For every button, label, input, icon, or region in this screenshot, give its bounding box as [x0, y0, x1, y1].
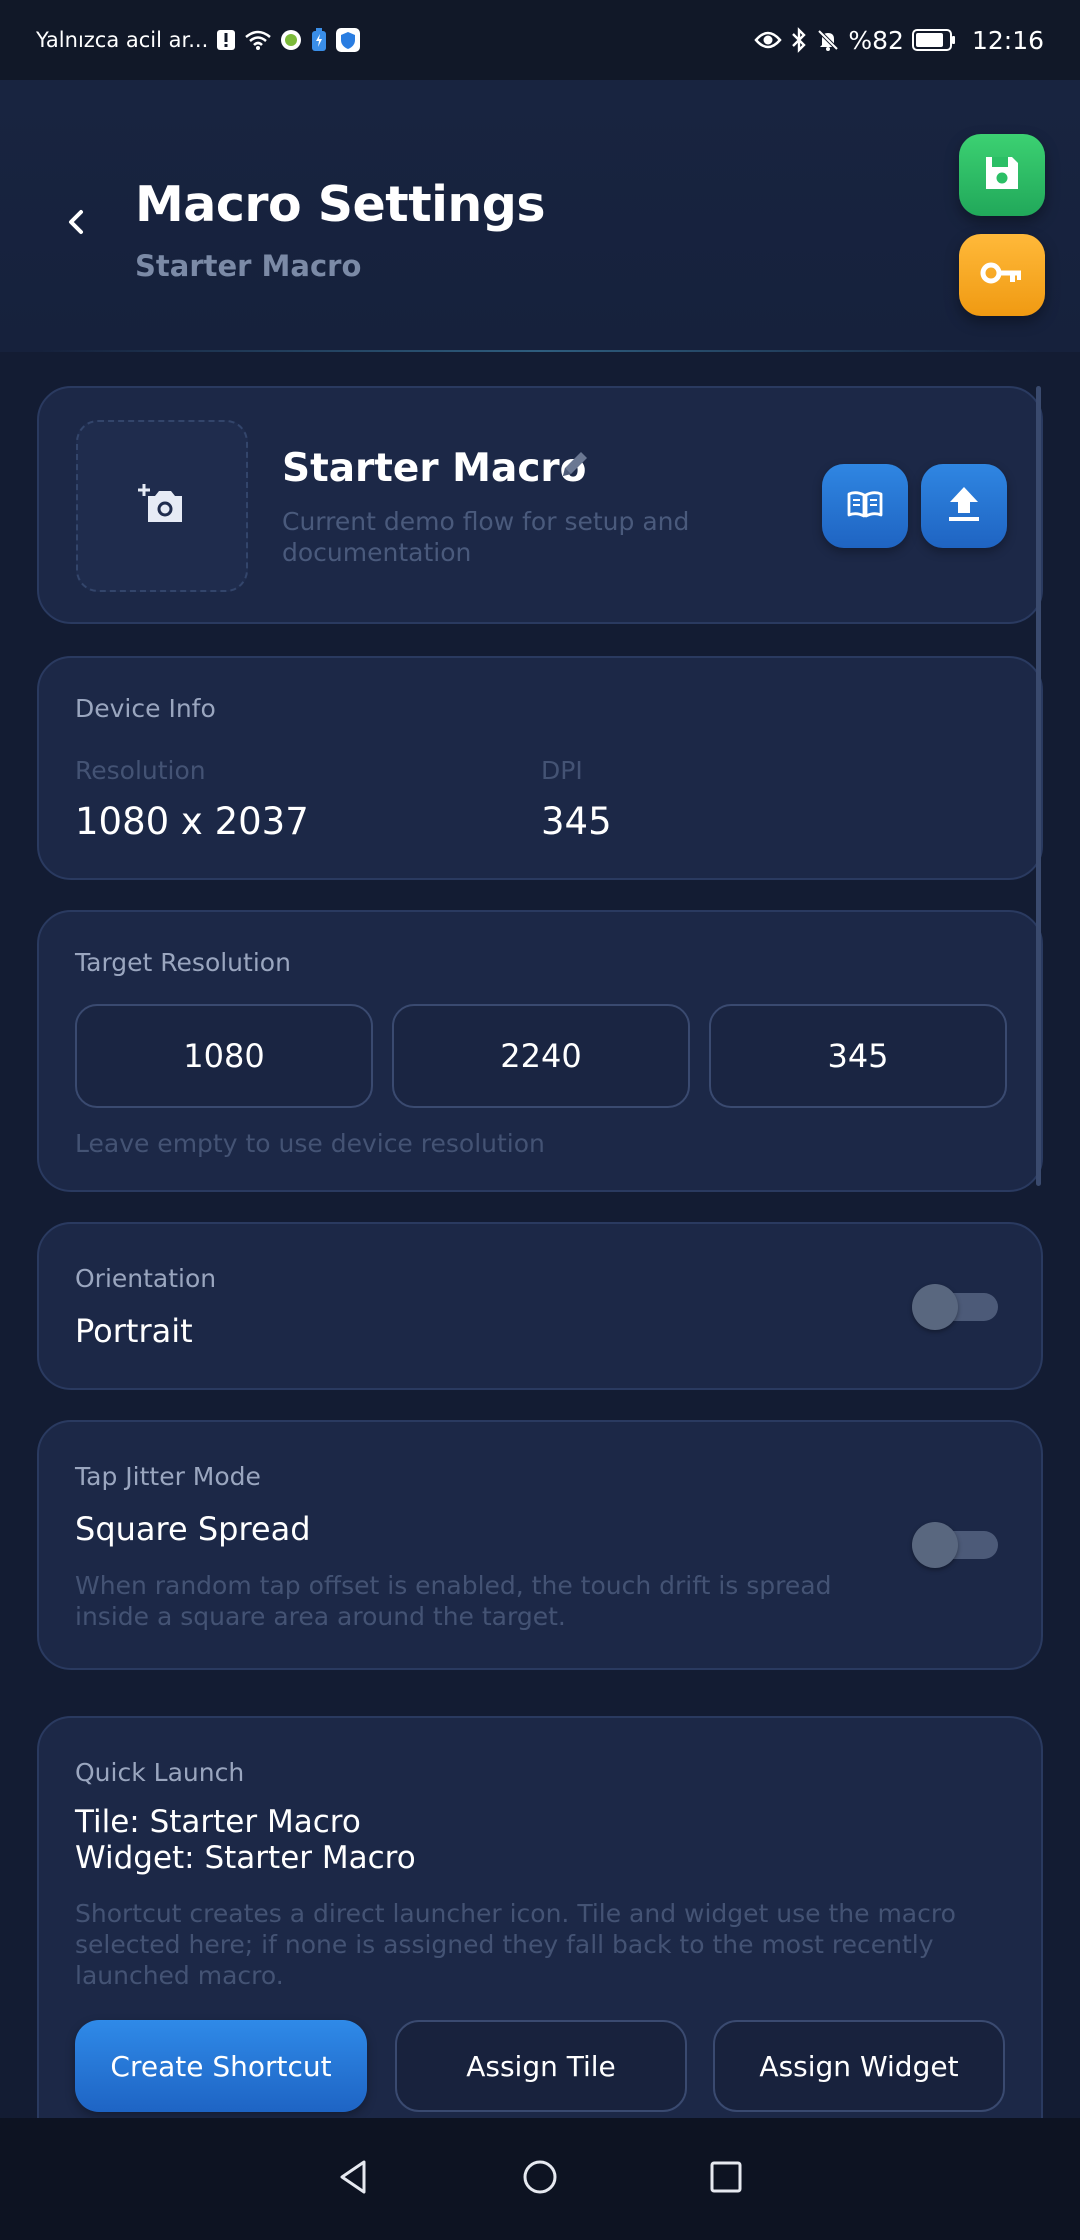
- target-width-input[interactable]: 1080: [75, 1004, 373, 1108]
- tap-jitter-value: Square Spread: [75, 1510, 311, 1548]
- carrier-text: Yalnızca acil ar...: [36, 28, 209, 52]
- quick-launch-card: Quick Launch Tile: Starter Macro Widget:…: [37, 1716, 1043, 2176]
- toggle-thumb: [912, 1522, 958, 1568]
- book-icon: [846, 489, 884, 523]
- target-height-input[interactable]: 2240: [392, 1004, 690, 1108]
- upload-icon: [946, 485, 982, 527]
- create-shortcut-button[interactable]: Create Shortcut: [75, 2020, 367, 2112]
- target-resolution-card: Target Resolution 1080 2240 345 Leave em…: [37, 910, 1043, 1192]
- orientation-toggle[interactable]: [912, 1284, 998, 1330]
- pencil-icon: [559, 452, 591, 484]
- tile-assignment: Tile: Starter Macro: [75, 1804, 361, 1840]
- header-divider: [40, 350, 1040, 352]
- quick-launch-description: Shortcut creates a direct launcher icon.…: [75, 1899, 956, 1990]
- target-dpi-input[interactable]: 345: [709, 1004, 1007, 1108]
- add-photo-icon: [138, 482, 186, 530]
- square-recents-icon: [706, 2157, 746, 2201]
- circle-home-icon: [520, 2157, 560, 2201]
- assign-tile-button[interactable]: Assign Tile: [395, 2020, 687, 2112]
- widget-assignment: Widget: Starter Macro: [75, 1840, 416, 1876]
- orientation-label: Orientation: [75, 1264, 217, 1293]
- macro-description: Current demo flow for setup and document…: [282, 507, 690, 567]
- wifi-icon: [244, 29, 272, 51]
- resolution-value: 1080 x 2037: [75, 800, 309, 843]
- add-photo-button[interactable]: [76, 420, 248, 592]
- device-info-card: Device Info Resolution 1080 x 2037 DPI 3…: [37, 656, 1043, 880]
- status-bar: Yalnızca acil ar... %82 12:16: [0, 0, 1080, 80]
- page-title: Macro Settings: [135, 176, 546, 233]
- bluetooth-icon: [790, 27, 808, 53]
- tap-jitter-toggle[interactable]: [912, 1522, 998, 1568]
- resolution-label: Resolution: [75, 756, 206, 785]
- status-left: Yalnızca acil ar...: [36, 28, 361, 52]
- nav-recents-button[interactable]: [698, 2151, 754, 2207]
- battery-percent: %82: [848, 25, 904, 55]
- target-resolution-hint: Leave empty to use device resolution: [75, 1129, 545, 1158]
- battery-icon: [911, 29, 956, 51]
- orientation-card: Orientation Portrait: [37, 1222, 1043, 1390]
- orientation-value: Portrait: [75, 1312, 193, 1350]
- tap-jitter-label: Tap Jitter Mode: [75, 1462, 261, 1491]
- quick-launch-assignments: Tile: Starter Macro Widget: Starter Macr…: [75, 1804, 416, 1876]
- clock: 12:16: [971, 25, 1044, 55]
- macro-card: Starter Macro Current demo flow for setu…: [37, 386, 1043, 624]
- toggle-thumb: [912, 1284, 958, 1330]
- app-notification-icon: [280, 29, 302, 51]
- edit-name-button[interactable]: [559, 448, 591, 484]
- export-button[interactable]: [921, 464, 1007, 548]
- alert-icon: [216, 29, 236, 51]
- eye-icon: [754, 30, 783, 50]
- back-button[interactable]: [52, 200, 100, 248]
- floppy-disk-icon: [982, 153, 1022, 197]
- assign-widget-button[interactable]: Assign Widget: [713, 2020, 1005, 2112]
- docs-button[interactable]: [822, 464, 908, 548]
- macro-name: Starter Macro: [282, 446, 587, 491]
- tap-jitter-description: When random tap offset is enabled, the t…: [75, 1571, 832, 1631]
- battery-saver-icon: [310, 28, 328, 52]
- dpi-label: DPI: [541, 756, 583, 785]
- triangle-back-icon: [334, 2157, 374, 2201]
- save-button[interactable]: [959, 134, 1045, 216]
- shield-icon: [336, 28, 361, 52]
- chevron-left-icon: [65, 208, 87, 240]
- page-subtitle: Starter Macro: [135, 249, 362, 283]
- nav-back-button[interactable]: [326, 2151, 382, 2207]
- status-right: %82 12:16: [754, 26, 1044, 55]
- dpi-value: 345: [541, 800, 612, 843]
- nav-home-button[interactable]: [512, 2151, 568, 2207]
- key-icon: [980, 258, 1024, 292]
- device-info-label: Device Info: [75, 694, 216, 723]
- scrollbar[interactable]: [1036, 386, 1041, 1186]
- bell-muted-icon: [816, 28, 840, 52]
- target-resolution-label: Target Resolution: [75, 948, 291, 977]
- license-key-button[interactable]: [959, 234, 1045, 316]
- system-nav-bar: [0, 2118, 1080, 2240]
- tap-jitter-card: Tap Jitter Mode Square Spread When rando…: [37, 1420, 1043, 1670]
- quick-launch-label: Quick Launch: [75, 1758, 245, 1787]
